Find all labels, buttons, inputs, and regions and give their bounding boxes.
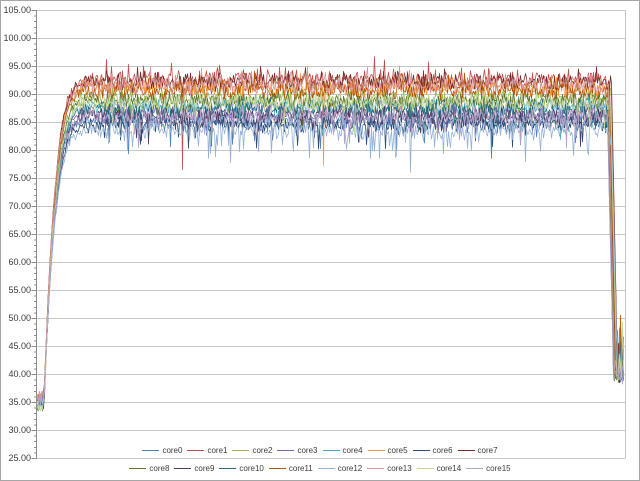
legend-line-swatch-core15 — [466, 468, 483, 469]
legend-line-swatch-core12 — [318, 468, 335, 469]
legend-label: core9 — [194, 464, 214, 474]
legend-item-core7[interactable]: core7 — [458, 446, 498, 456]
legend-item-core11[interactable]: core11 — [269, 464, 313, 474]
legend-label: core8 — [149, 464, 169, 474]
y-axis-label: 50.00 — [0, 313, 31, 324]
legend-label: core11 — [289, 464, 313, 474]
series-line-core15 — [38, 105, 624, 402]
legend-item-core4[interactable]: core4 — [323, 446, 363, 456]
y-axis-label: 65.00 — [0, 229, 31, 240]
legend-line-swatch-core1 — [187, 450, 204, 451]
legend-line-swatch-core3 — [277, 450, 294, 451]
series-line-core9 — [38, 103, 624, 409]
plot-area — [0, 0, 640, 481]
series-line-core8 — [38, 90, 624, 411]
y-axis-label: 70.00 — [0, 201, 31, 212]
y-axis-label: 40.00 — [0, 369, 31, 380]
legend-item-core15[interactable]: core15 — [466, 464, 510, 474]
y-axis-label: 60.00 — [0, 257, 31, 268]
legend-label: core4 — [343, 446, 363, 456]
chart-legend-row-2: core8 core9 core10 core11 core12 core13 core14… — [0, 462, 640, 475]
legend-item-core3[interactable]: core3 — [277, 446, 317, 456]
series-line-core2 — [38, 86, 624, 411]
temperature-chart: 105.00 100.00 95.00 90.00 85.00 80.00 75.00 70.… — [0, 0, 640, 481]
y-axis-label: 90.00 — [0, 89, 31, 100]
chart-legend-row-1: core0 core1 core2 core3 core4 core5 core6 core7 — [0, 444, 640, 457]
legend-label: core6 — [433, 446, 453, 456]
legend-label: core7 — [478, 446, 498, 456]
legend-label: core2 — [252, 446, 272, 456]
legend-line-swatch-core6 — [413, 450, 430, 451]
legend-item-core5[interactable]: core5 — [368, 446, 408, 456]
legend-line-swatch-core7 — [458, 450, 475, 451]
legend-label: core13 — [387, 464, 411, 474]
legend-line-swatch-core13 — [367, 468, 384, 469]
legend-item-core13[interactable]: core13 — [367, 464, 411, 474]
series-line-core10 — [38, 99, 624, 407]
y-axis-label: 95.00 — [0, 61, 31, 72]
legend-label: core0 — [162, 446, 182, 456]
legend-line-swatch-core4 — [323, 450, 340, 451]
legend-line-swatch-core8 — [129, 468, 146, 469]
y-axis-label: 45.00 — [0, 341, 31, 352]
legend-line-swatch-core0 — [142, 450, 159, 451]
y-axis-label: 75.00 — [0, 173, 31, 184]
legend-item-core10[interactable]: core10 — [219, 464, 263, 474]
y-axis-label: 105.00 — [0, 5, 31, 16]
legend-item-core1[interactable]: core1 — [187, 446, 227, 456]
legend-item-core14[interactable]: core14 — [417, 464, 461, 474]
legend-line-swatch-core10 — [219, 468, 236, 469]
legend-item-core0[interactable]: core0 — [142, 446, 182, 456]
legend-line-swatch-core2 — [232, 450, 249, 451]
legend-label: core12 — [338, 464, 362, 474]
legend-label: core14 — [437, 464, 461, 474]
legend-label: core1 — [207, 446, 227, 456]
legend-item-core12[interactable]: core12 — [318, 464, 362, 474]
legend-label: core5 — [388, 446, 408, 456]
y-axis-label: 80.00 — [0, 145, 31, 156]
legend-item-core2[interactable]: core2 — [232, 446, 272, 456]
y-axis-label: 55.00 — [0, 285, 31, 296]
y-axis-label: 30.00 — [0, 425, 31, 436]
legend-label: core15 — [486, 464, 510, 474]
series-line-core14 — [38, 92, 624, 411]
series-line-core4 — [38, 96, 624, 407]
series-line-core3 — [38, 101, 624, 402]
legend-line-swatch-core11 — [269, 468, 286, 469]
legend-line-swatch-core9 — [174, 468, 191, 469]
y-axis-label: 35.00 — [0, 397, 31, 408]
legend-item-core8[interactable]: core8 — [129, 464, 169, 474]
y-axis-label: 85.00 — [0, 117, 31, 128]
legend-item-core9[interactable]: core9 — [174, 464, 214, 474]
legend-line-swatch-core5 — [368, 450, 385, 451]
legend-item-core6[interactable]: core6 — [413, 446, 453, 456]
legend-label: core10 — [239, 464, 263, 474]
y-axis-label: 100.00 — [0, 33, 31, 44]
series-line-core6 — [38, 113, 624, 403]
series-line-core0 — [38, 110, 624, 408]
legend-label: core3 — [297, 446, 317, 456]
legend-line-swatch-core14 — [417, 468, 434, 469]
